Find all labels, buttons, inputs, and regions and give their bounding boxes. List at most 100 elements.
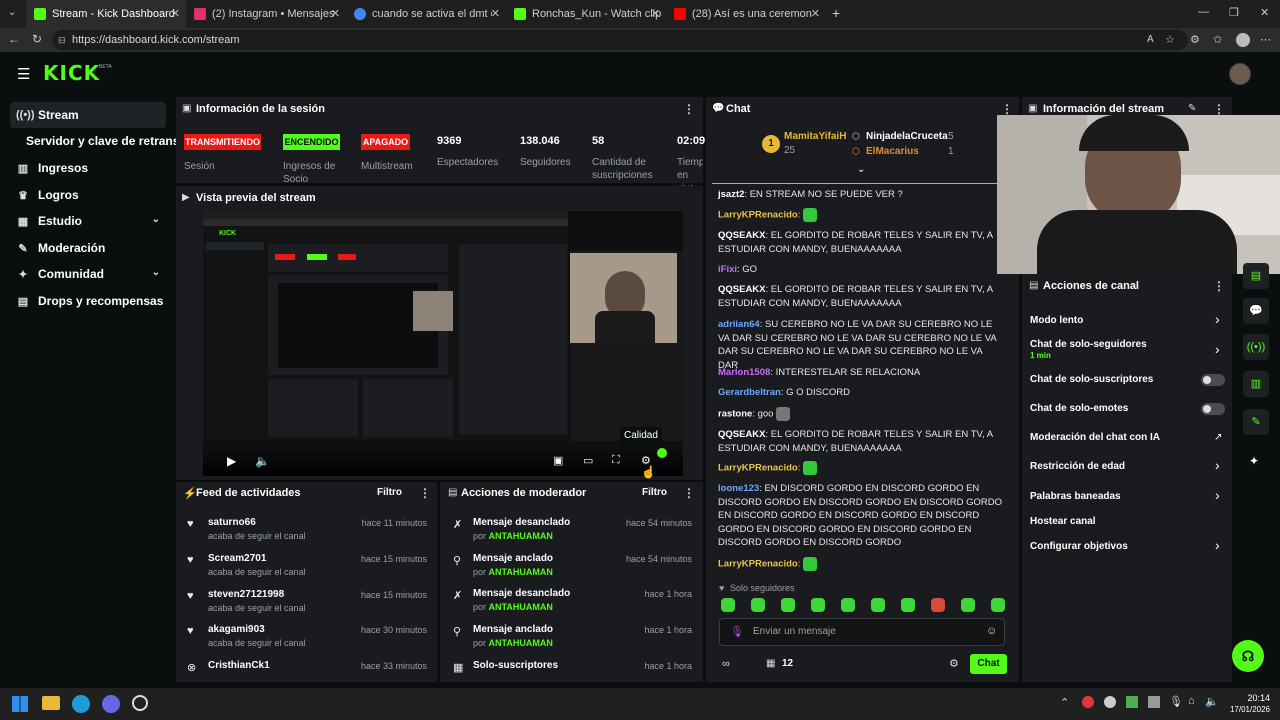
- microphone-tray-icon[interactable]: 🎙: [1169, 695, 1183, 708]
- close-tab-icon[interactable]: ✕: [491, 7, 500, 20]
- chevron-right-icon[interactable]: ›: [1215, 487, 1220, 503]
- emote-icon[interactable]: [991, 598, 1005, 612]
- wrench-icon[interactable]: ✎: [1243, 409, 1269, 435]
- community-icon[interactable]: ✦: [1249, 454, 1259, 468]
- chat-message[interactable]: LarryKPRenacido:: [718, 461, 1004, 475]
- extensions-icon[interactable]: ⚙: [1190, 33, 1200, 46]
- feed-item-name[interactable]: akagami903: [208, 624, 265, 635]
- chat-message[interactable]: LarryKPRenacido:: [718, 208, 1004, 222]
- reload-icon[interactable]: ↻: [32, 32, 42, 46]
- minimize-icon[interactable]: —: [1198, 6, 1209, 18]
- stream-info-more-icon[interactable]: ⋮: [1213, 102, 1225, 116]
- chat-message[interactable]: QQSEAKX: EL GORDITO DE ROBAR TELES Y SAL…: [718, 428, 1004, 455]
- new-tab-icon[interactable]: +: [832, 5, 840, 21]
- tray-app-icon[interactable]: [1126, 696, 1138, 708]
- volume-icon[interactable]: 🔈: [255, 454, 270, 468]
- sidebar-item-server-key[interactable]: Servidor y clave de retransmisión: [20, 128, 176, 154]
- sidebar-item-comunidad[interactable]: ✦ Comunidad ⌄: [10, 261, 166, 287]
- configure-goals-item[interactable]: Configurar objetivos: [1030, 541, 1128, 552]
- quick-action-icon[interactable]: ▤: [1243, 263, 1269, 289]
- discord-icon[interactable]: [102, 695, 120, 713]
- windows-start-icon[interactable]: [12, 696, 28, 712]
- profile-avatar-icon[interactable]: [1236, 33, 1250, 47]
- edge-browser-icon[interactable]: [72, 695, 90, 713]
- feed-item-name[interactable]: steven27121998: [208, 589, 284, 600]
- sidebar-item-stream[interactable]: ((•)) Stream: [10, 102, 166, 128]
- help-headset-icon[interactable]: ☊: [1232, 640, 1264, 672]
- chat-message[interactable]: jsazt2: EN STREAM NO SE PUEDE VER ?: [718, 188, 1004, 202]
- app-icon[interactable]: [132, 695, 148, 711]
- chat-send-button[interactable]: Chat: [970, 654, 1007, 674]
- subscribers-only-toggle[interactable]: [1201, 374, 1225, 386]
- url-field[interactable]: ⊟ https://dashboard.kick.com/stream: [52, 30, 1188, 50]
- slow-mode-item[interactable]: Modo lento: [1030, 315, 1083, 326]
- emote-icon[interactable]: [901, 598, 915, 612]
- close-tab-icon[interactable]: ✕: [331, 7, 340, 20]
- chevron-right-icon[interactable]: ›: [1215, 537, 1220, 553]
- expand-icon[interactable]: ⌄: [857, 164, 865, 175]
- tab-list-icon[interactable]: ⌄: [8, 7, 16, 18]
- chat-settings-icon[interactable]: ⚙: [949, 657, 959, 670]
- user-avatar[interactable]: [1229, 63, 1251, 85]
- mod-filter-button[interactable]: Filtro: [642, 487, 667, 498]
- back-icon[interactable]: ←: [8, 32, 20, 46]
- volume-tray-icon[interactable]: 🔈: [1205, 695, 1219, 708]
- emote-icon[interactable]: [871, 598, 885, 612]
- kick-logo[interactable]: KICK: [43, 61, 100, 85]
- tab-instagram[interactable]: (2) Instagram • Mensajes ✕: [186, 0, 346, 28]
- ai-moderation-item[interactable]: Moderación del chat con IA: [1030, 432, 1160, 443]
- chevron-right-icon[interactable]: ›: [1215, 457, 1220, 473]
- sidebar-item-ingresos[interactable]: ▥ Ingresos: [10, 155, 166, 181]
- emote-icon[interactable]: [751, 598, 765, 612]
- emote-icon[interactable]: [841, 598, 855, 612]
- sidebar-item-estudio[interactable]: ▦ Estudio ⌄: [10, 208, 166, 234]
- play-icon[interactable]: ▶: [227, 454, 236, 468]
- network-icon[interactable]: ⌂: [1188, 695, 1195, 707]
- chat-message[interactable]: LarryKPRenacido:: [718, 557, 1004, 571]
- broadcast-icon[interactable]: ((•)): [1243, 334, 1269, 360]
- theater-icon[interactable]: ▭: [583, 454, 593, 467]
- more-menu-icon[interactable]: ⋯: [1260, 33, 1271, 46]
- emote-icon[interactable]: [931, 598, 945, 612]
- chat-message[interactable]: QQSEAKX: EL GORDITO DE ROBAR TELES Y SAL…: [718, 283, 1004, 310]
- session-more-icon[interactable]: ⋮: [683, 102, 695, 116]
- close-tab-icon[interactable]: ✕: [171, 7, 180, 20]
- microphone-icon[interactable]: 🎙: [730, 625, 744, 638]
- emote-icon[interactable]: [811, 598, 825, 612]
- pip-icon[interactable]: ▣: [553, 454, 563, 467]
- host-channel-item[interactable]: Hostear canal: [1030, 516, 1096, 527]
- close-tab-icon[interactable]: ✕: [651, 7, 660, 20]
- chat-message[interactable]: QQSEAKX: EL GORDITO DE ROBAR TELES Y SAL…: [718, 229, 1004, 256]
- chevron-right-icon[interactable]: ›: [1215, 311, 1220, 327]
- close-tab-icon[interactable]: ✕: [811, 7, 820, 20]
- top-gifter-name[interactable]: NinjadelaCruceta: [866, 131, 948, 142]
- sidebar-item-drops[interactable]: ▤ Drops y recompensas: [10, 288, 166, 314]
- emote-icon[interactable]: [721, 598, 735, 612]
- layout-icon[interactable]: ▥: [1243, 371, 1269, 397]
- tray-app-icon[interactable]: [1082, 696, 1094, 708]
- chat-message[interactable]: adriian64: SU CEREBRO NO LE VA DAR SU CE…: [718, 318, 1004, 372]
- edit-icon[interactable]: ✎: [1188, 103, 1196, 114]
- feed-filter-button[interactable]: Filtro: [377, 487, 402, 498]
- tray-expand-icon[interactable]: ⌃: [1060, 696, 1069, 709]
- chat-message[interactable]: Gerardbeltran: G O DISCORD: [718, 386, 1004, 400]
- site-info-icon[interactable]: ⊟: [58, 30, 66, 50]
- feed-item-name[interactable]: CristhianCk1: [208, 660, 270, 671]
- mod-more-icon[interactable]: ⋮: [683, 486, 695, 500]
- tray-app-icon[interactable]: [1148, 696, 1160, 708]
- sidebar-item-moderacion[interactable]: ✎ Moderación: [10, 235, 166, 261]
- tab-kick-dashboard[interactable]: Stream - Kick Dashboard ✕: [26, 0, 186, 28]
- chat-input[interactable]: 🎙 Enviar un mensaje ☺: [719, 618, 1005, 646]
- hamburger-menu-icon[interactable]: ☰: [17, 65, 30, 83]
- tab-google-search[interactable]: cuando se activa el dmt en el hum ✕: [346, 0, 506, 28]
- chevron-right-icon[interactable]: ›: [1215, 341, 1220, 357]
- sidebar-item-logros[interactable]: ♛ Logros: [10, 182, 166, 208]
- chat-quick-icon[interactable]: 💬: [1243, 298, 1269, 324]
- tray-app-icon[interactable]: [1104, 696, 1116, 708]
- taskbar-time[interactable]: 20:14: [1240, 693, 1270, 703]
- emote-icon[interactable]: [781, 598, 795, 612]
- chat-message[interactable]: iFixi: GO: [718, 263, 1004, 277]
- external-link-icon[interactable]: ↗: [1214, 432, 1222, 443]
- chat-more-icon[interactable]: ⋮: [1001, 102, 1013, 116]
- feed-item-name[interactable]: Scream2701: [208, 553, 266, 564]
